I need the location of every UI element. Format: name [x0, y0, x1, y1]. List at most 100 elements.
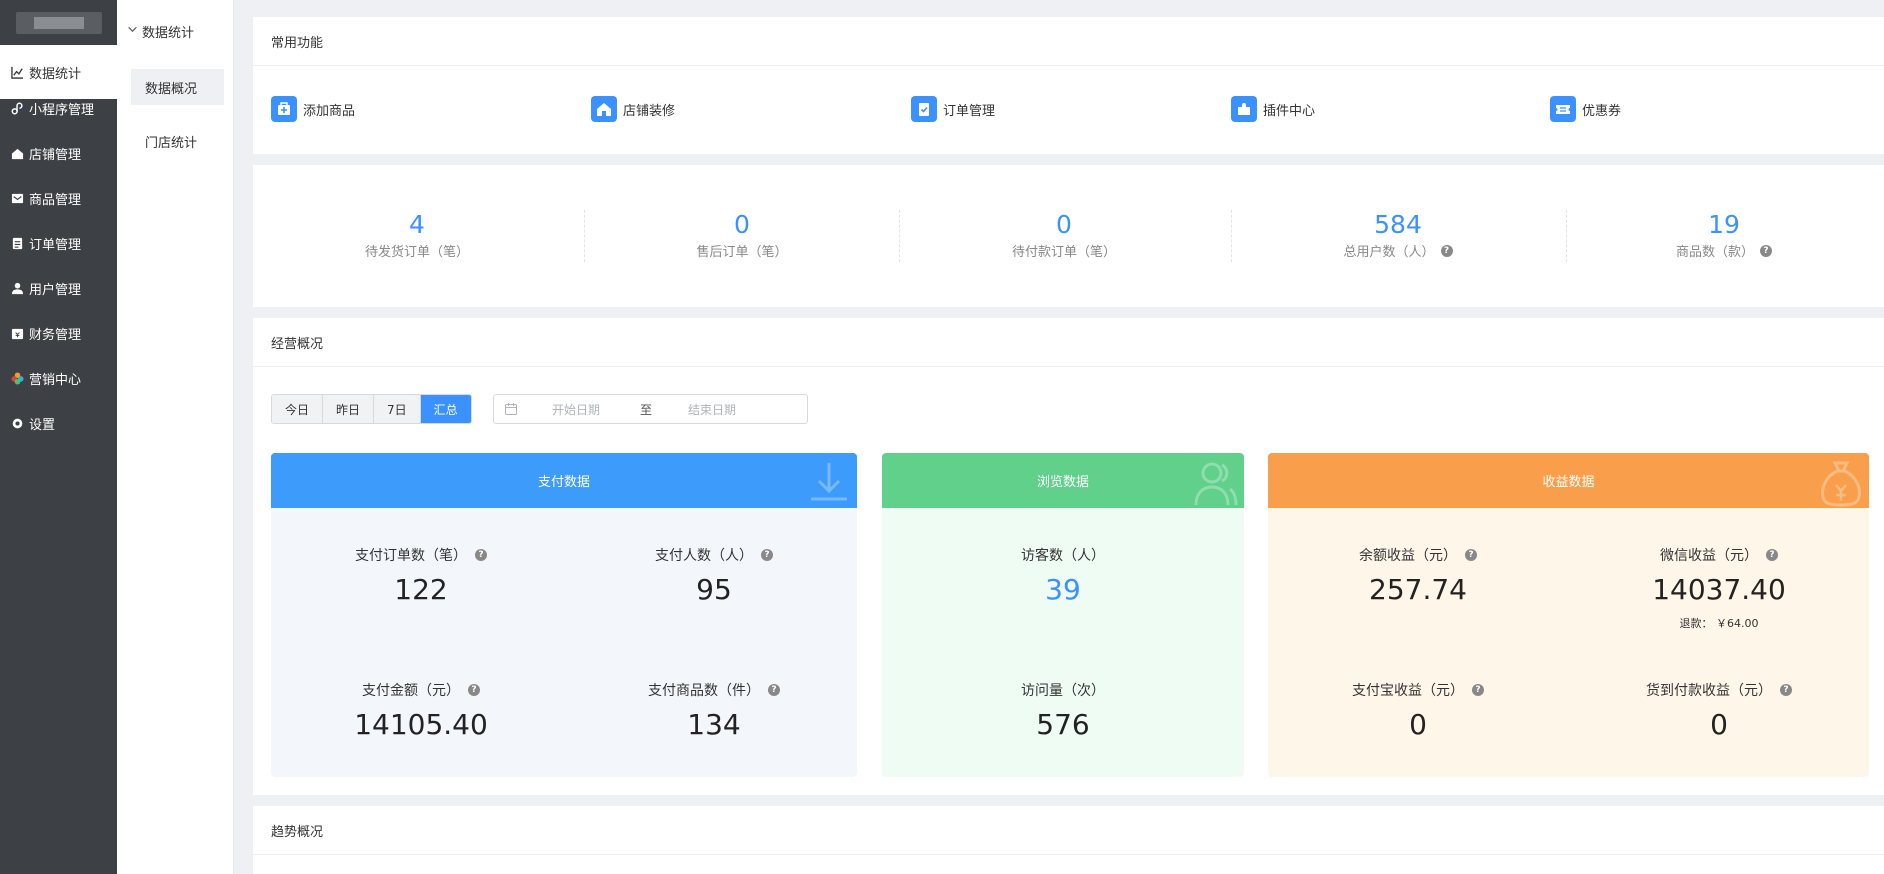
stat-total-users[interactable]: 584 总用户数（人）? [1268, 210, 1528, 260]
help-icon[interactable]: ? [468, 684, 480, 696]
stat-label: 待付款订单（笔） [1011, 245, 1116, 260]
divider [253, 366, 1884, 367]
metric-value: 576 [1036, 708, 1090, 741]
metric-pay-items: 支付商品数（件）? 134 [564, 680, 857, 742]
browse-data-panel: 浏览数据 访客数（人） 39 访问量（次） 576 [882, 453, 1244, 777]
metric-label: 支付订单数（笔） [355, 548, 467, 564]
subnav-item-store-stats[interactable]: 门店统计 [131, 123, 224, 159]
help-icon[interactable]: ? [475, 549, 487, 561]
nav-item-label: 商品管理 [29, 192, 82, 208]
stat-label: 商品数（款） [1675, 245, 1754, 260]
metric-value: 14037.40 [1652, 573, 1786, 606]
metric-value: 257.74 [1369, 573, 1467, 606]
date-start-input[interactable]: 开始日期 [552, 401, 600, 418]
metric-label: 余额收益（元） [1359, 548, 1457, 564]
divider [584, 210, 585, 262]
metric-visitors: 访客数（人） 39 [913, 545, 1213, 607]
metric-value: 0 [1710, 708, 1728, 741]
calendar-icon [504, 402, 518, 416]
stat-after-sale[interactable]: 0 售后订单（笔） [612, 210, 872, 260]
card-title: 经营概况 [271, 336, 324, 352]
range-yesterday-button[interactable]: 昨日 [323, 395, 375, 423]
coupon-icon [1550, 96, 1576, 122]
subnav-group-toggle[interactable]: 数据统计 [127, 22, 194, 41]
metric-wechat-income: 微信收益（元）? 14037.40 退款： ￥64.00 [1569, 545, 1869, 631]
metric-value: 14105.40 [354, 708, 488, 741]
metric-label: 微信收益（元） [1660, 548, 1758, 564]
range-today-button[interactable]: 今日 [272, 395, 324, 423]
stat-label: 售后订单（笔） [696, 245, 788, 260]
panel-title: 支付数据 [537, 475, 590, 490]
divider [899, 210, 900, 262]
gear-icon [10, 416, 24, 430]
metric-value: 134 [687, 708, 741, 741]
panel-header: 支付数据 [271, 453, 857, 508]
metric-label: 支付宝收益（元） [1352, 683, 1464, 699]
main-nav: 数据统计 小程序管理 店铺管理 商品管理 订单管理 用户管理 财务管理 营销中心… [0, 0, 117, 874]
quick-store-decor[interactable]: 店铺装修 [591, 96, 675, 122]
nav-item-label: 用户管理 [29, 282, 82, 298]
stat-product-count[interactable]: 19 商品数（款）? [1594, 210, 1854, 260]
stat-label: 待发货订单（笔） [364, 245, 469, 260]
date-separator: 至 [640, 402, 653, 417]
box-icon [10, 191, 24, 205]
metric-value: 0 [1409, 708, 1427, 741]
metric-pay-users: 支付人数（人）? 95 [564, 545, 857, 607]
stat-value: 4 [409, 210, 425, 239]
help-icon[interactable]: ? [761, 549, 773, 561]
metric-cod-income: 货到付款收益（元）? 0 [1569, 680, 1869, 742]
metric-balance-income: 余额收益（元）? 257.74 [1268, 545, 1568, 607]
add-product-icon [271, 96, 297, 122]
order-icon [911, 96, 937, 122]
stat-value: 584 [1374, 210, 1422, 239]
quick-plugin-center[interactable]: 插件中心 [1231, 96, 1315, 122]
quick-label: 订单管理 [943, 103, 996, 119]
metric-pageviews: 访问量（次） 576 [913, 680, 1213, 742]
help-icon[interactable]: ? [1472, 684, 1484, 696]
range-segmented-control: 今日 昨日 7日 汇总 [271, 394, 472, 424]
nav-item-label: 营销中心 [29, 372, 82, 388]
range-7days-button[interactable]: 7日 [374, 395, 421, 423]
help-icon[interactable]: ? [1766, 549, 1778, 561]
home-icon [10, 146, 24, 160]
help-icon[interactable]: ? [1760, 244, 1772, 257]
income-data-panel: 收益数据 余额收益（元）? 257.74 微信收益（元）? 14037.40 退… [1268, 453, 1869, 777]
stat-pending-payment[interactable]: 0 待付款订单（笔） [934, 210, 1194, 260]
stat-label: 总用户数（人） [1343, 245, 1435, 260]
help-icon[interactable]: ? [1780, 684, 1792, 696]
panel-header: 浏览数据 [882, 453, 1244, 508]
metric-alipay-income: 支付宝收益（元）? 0 [1268, 680, 1568, 742]
divider [253, 65, 1884, 66]
nav-item-settings[interactable]: 设置 [0, 396, 117, 450]
help-icon[interactable]: ? [1440, 244, 1453, 257]
metric-value: 39 [1045, 573, 1081, 606]
metric-label: 支付商品数（件） [648, 683, 760, 699]
date-end-input[interactable]: 结束日期 [688, 401, 736, 418]
stat-value: 0 [1056, 210, 1072, 239]
metric-value: 122 [394, 573, 448, 606]
stat-pending-shipment[interactable]: 4 待发货订单（笔） [287, 210, 547, 260]
quick-coupon[interactable]: 优惠券 [1550, 96, 1621, 122]
stat-value: 19 [1708, 210, 1740, 239]
user-icon [10, 281, 24, 295]
logo[interactable] [16, 12, 102, 34]
subnav-item-overview[interactable]: 数据概况 [131, 69, 224, 105]
money-bag-icon [1821, 461, 1861, 507]
nav-item-label: 设置 [29, 417, 56, 433]
date-range-picker[interactable]: 开始日期 至 结束日期 [493, 394, 808, 424]
subnav-title: 数据统计 [142, 26, 195, 41]
range-total-button[interactable]: 汇总 [420, 395, 471, 423]
card-title: 趋势概况 [271, 824, 324, 840]
quick-order-manage[interactable]: 订单管理 [911, 96, 995, 122]
sub-nav: 数据统计 数据概况 门店统计 [117, 0, 234, 874]
divider [253, 854, 1884, 855]
metric-pay-orders: 支付订单数（笔）? 122 [271, 545, 571, 607]
store-icon [591, 96, 617, 122]
help-icon[interactable]: ? [1465, 549, 1477, 561]
help-icon[interactable]: ? [768, 684, 780, 696]
quick-label: 店铺装修 [623, 103, 676, 119]
users-icon [1194, 462, 1238, 506]
card-title: 常用功能 [271, 35, 324, 51]
subnav-item-label: 门店统计 [145, 135, 198, 151]
quick-add-product[interactable]: 添加商品 [271, 96, 355, 122]
